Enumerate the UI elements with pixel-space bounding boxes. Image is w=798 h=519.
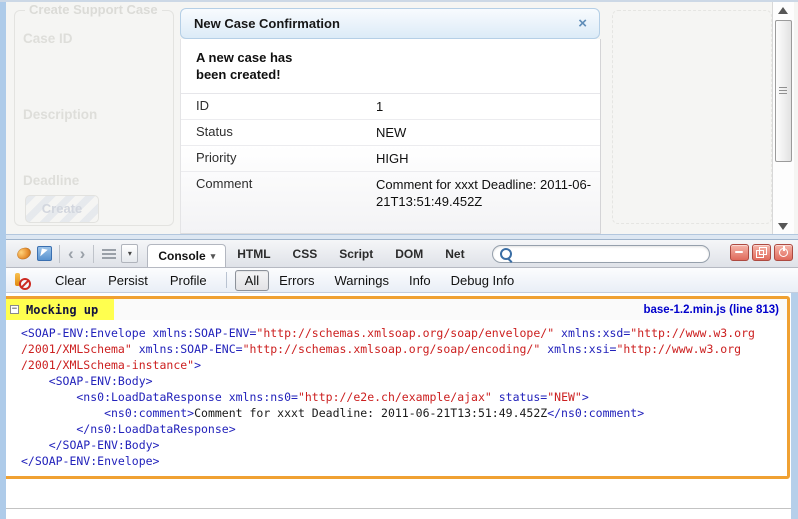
dialog-close-icon[interactable]: × [578, 16, 587, 31]
filter-separator [226, 272, 227, 288]
xml-log-line: <ns0:comment>Comment for xxxt Deadline: … [21, 405, 787, 421]
page-content-area: Create Support Case Case ID Description … [6, 2, 798, 234]
scrollbar-grip [779, 87, 787, 96]
xml-log-line: /2001/XMLSchema" xmlns:SOAP-ENC="http://… [21, 341, 787, 357]
row-value: Comment for xxxt Deadline: 2011-06-21T13… [376, 176, 594, 210]
list-lines-icon [102, 247, 116, 261]
chevron-down-icon: ▾ [211, 251, 216, 262]
tab-net[interactable]: Net [434, 247, 475, 261]
profile-button[interactable]: Profile [159, 271, 218, 290]
log-group-label: Mocking up [26, 303, 98, 317]
console-scroll-track[interactable] [791, 293, 798, 519]
firebug-menu-button[interactable] [14, 244, 34, 264]
console-xml: <SOAP-ENV:Envelope xmlns:SOAP-ENV="http:… [5, 320, 787, 476]
clear-button[interactable]: Clear [44, 271, 97, 290]
persist-button[interactable]: Persist [97, 271, 159, 290]
tab-console-label: Console [158, 249, 205, 263]
break-on-errors-icon[interactable] [12, 272, 30, 289]
search-icon [500, 248, 512, 260]
scroll-up-icon[interactable] [778, 7, 788, 14]
history-back-icon[interactable]: ‹ [65, 245, 77, 262]
xml-log-line: </SOAP-ENV:Body> [21, 437, 787, 453]
filter-warnings[interactable]: Warnings [325, 270, 399, 291]
tab-css[interactable]: CSS [282, 247, 329, 261]
dialog-body: A new case has been created! ID 1 Status… [180, 39, 601, 234]
scroll-down-icon[interactable] [778, 223, 788, 230]
console-log-group: − Mocking up base-1.2.min.js (line 813) … [2, 296, 790, 479]
toolbar-separator [59, 245, 60, 263]
deadline-label: Deadline [23, 173, 79, 188]
dialog-title: New Case Confirmation [194, 16, 340, 31]
panel-splitter[interactable] [0, 234, 798, 240]
xml-log-line: <SOAP-ENV:Envelope xmlns:SOAP-ENV="http:… [21, 325, 787, 341]
minimize-button[interactable] [730, 244, 749, 261]
command-line[interactable] [0, 508, 798, 519]
inspect-cursor-icon [37, 246, 52, 261]
dialog-row-status: Status NEW [181, 119, 600, 145]
xml-log-line: </SOAP-ENV:Envelope> [21, 453, 787, 469]
dialog-row-comment: Comment Comment for xxxt Deadline: 2011-… [181, 171, 600, 214]
search-box[interactable] [492, 245, 710, 263]
power-icon [779, 248, 788, 257]
options-dropdown-button[interactable]: ▾ [121, 244, 138, 263]
history-forward-icon[interactable]: › [77, 245, 89, 262]
dialog-rows: ID 1 Status NEW Priority HIGH Comment Co… [181, 93, 600, 214]
source-file-link[interactable]: base-1.2.min.js (line 813) [643, 304, 779, 316]
firebug-window: { "icons": { "dialog_close": "×", "back"… [0, 0, 798, 519]
row-value: NEW [376, 124, 594, 141]
filter-errors[interactable]: Errors [269, 270, 324, 291]
tab-console[interactable]: Console ▾ [147, 244, 226, 267]
page-scrollbar[interactable] [772, 2, 794, 234]
row-value: 1 [376, 98, 594, 115]
detach-window-button[interactable] [752, 244, 771, 261]
window-left-edge [0, 0, 6, 519]
prohibition-circle [19, 278, 31, 290]
filter-info[interactable]: Info [399, 270, 441, 291]
window-buttons [727, 244, 793, 261]
filter-all[interactable]: All [235, 270, 269, 291]
row-value: HIGH [376, 150, 594, 167]
panel-list-button[interactable] [99, 244, 119, 264]
window-top-edge [0, 0, 798, 2]
fieldset-legend: Create Support Case [25, 2, 162, 17]
create-support-case-fieldset: Create Support Case Case ID Description … [14, 10, 174, 226]
dialog-row-priority: Priority HIGH [181, 145, 600, 171]
chevron-down-icon: ▾ [128, 249, 132, 258]
detach-icon [759, 247, 767, 255]
minimize-icon [735, 251, 743, 253]
dialog-row-id: ID 1 [181, 93, 600, 119]
row-label: Comment [196, 176, 376, 210]
create-button[interactable]: Create [25, 195, 99, 223]
toolbar-separator [93, 245, 94, 263]
console-filter-bar: Clear Persist Profile All Errors Warning… [0, 268, 798, 293]
xml-log-line: /2001/XMLSchema-instance"> [21, 357, 787, 373]
tab-dom[interactable]: DOM [384, 247, 434, 261]
result-fieldset [612, 10, 772, 224]
row-label: ID [196, 98, 376, 115]
description-label: Description [23, 107, 97, 122]
inspect-element-button[interactable] [34, 244, 54, 264]
dialog-message: A new case has been created! [181, 39, 318, 91]
close-button[interactable] [774, 244, 793, 261]
log-group-header[interactable]: − Mocking up base-1.2.min.js (line 813) [5, 299, 787, 320]
xml-log-line: <ns0:LoadDataResponse xmlns:ns0="http://… [21, 389, 787, 405]
row-label: Status [196, 124, 376, 141]
collapse-expander-icon[interactable]: − [10, 305, 19, 314]
xml-log-line: <SOAP-ENV:Body> [21, 373, 787, 389]
log-group-highlight: − Mocking up [5, 299, 114, 320]
firebug-bug-icon [15, 246, 32, 262]
firebug-tabbar: ‹ › ▾ Console ▾ HTML CSS Script DOM Net [0, 240, 798, 268]
filter-debug-info[interactable]: Debug Info [441, 270, 525, 291]
tab-html[interactable]: HTML [226, 247, 281, 261]
tab-script[interactable]: Script [328, 247, 384, 261]
row-label: Priority [196, 150, 376, 167]
case-id-label: Case ID [23, 31, 73, 46]
console-panel: − Mocking up base-1.2.min.js (line 813) … [0, 293, 798, 519]
scrollbar-thumb[interactable] [775, 20, 792, 162]
search-input[interactable] [512, 247, 709, 261]
dialog-header: New Case Confirmation × [180, 8, 600, 39]
xml-log-line: </ns0:LoadDataResponse> [21, 421, 787, 437]
